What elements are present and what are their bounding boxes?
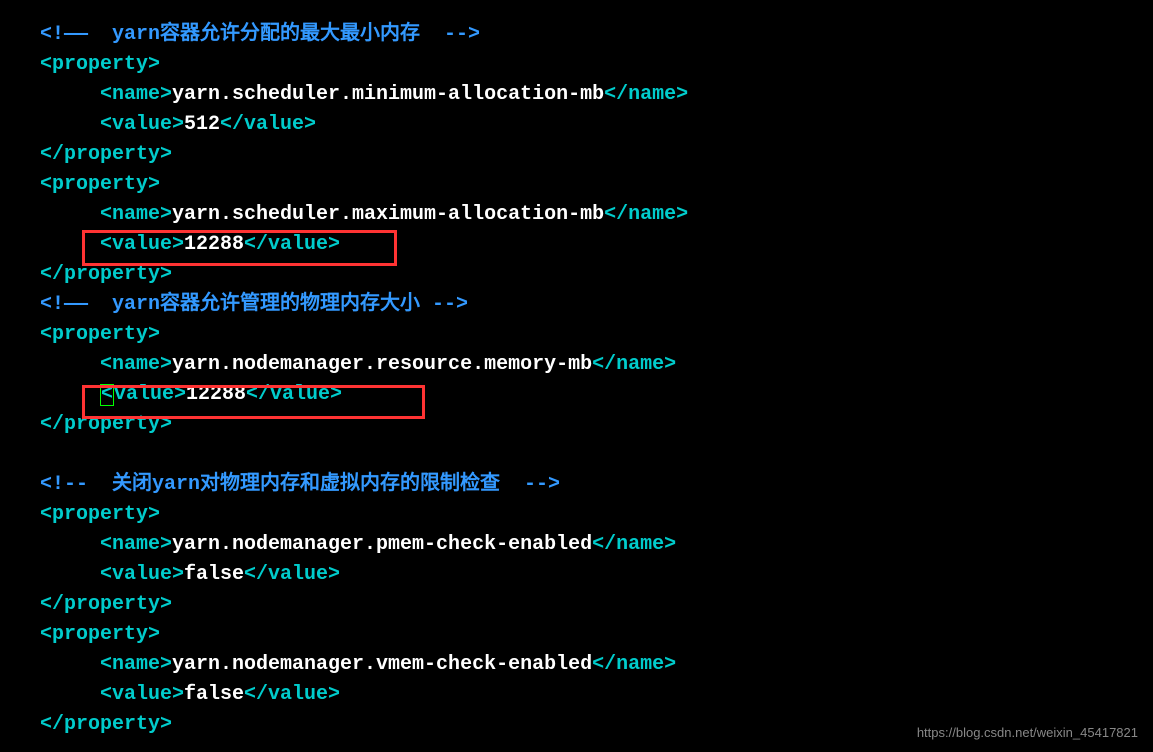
value-open-tag: <value> <box>100 233 184 256</box>
name-open-tag: <name> <box>100 353 172 376</box>
value-open-tag: <value> <box>100 113 184 136</box>
code-line: </property> <box>40 410 1153 440</box>
comment-text: yarn容器允许分配的最大最小内存 <box>88 23 444 46</box>
comment-text: yarn容器允许管理的物理内存大小 <box>88 293 432 316</box>
code-line: </property> <box>40 590 1153 620</box>
name-open-tag: <name> <box>100 83 172 106</box>
property-close-tag: </property> <box>40 263 172 286</box>
code-line: <!—— yarn容器允许管理的物理内存大小 --> <box>40 290 1153 320</box>
code-line: <property> <box>40 500 1153 530</box>
code-line: <name>yarn.scheduler.maximum-allocation-… <box>40 200 1153 230</box>
name-open-tag: <name> <box>100 533 172 556</box>
property-open-tag: <property> <box>40 173 160 196</box>
comment-text: 关闭yarn对物理内存和虚拟内存的限制检查 <box>88 473 524 496</box>
property-name: yarn.nodemanager.vmem-check-enabled <box>172 653 592 676</box>
property-open-tag: <property> <box>40 623 160 646</box>
comment-close: --> <box>524 473 560 496</box>
code-line: <value>12288</value> <box>40 230 1153 260</box>
xml-code-block: <!—— yarn容器允许分配的最大最小内存 --> <property> <n… <box>40 20 1153 740</box>
property-close-tag: </property> <box>40 143 172 166</box>
code-line: <property> <box>40 50 1153 80</box>
value-open-tag: <value> <box>100 563 184 586</box>
property-name: yarn.scheduler.maximum-allocation-mb <box>172 203 604 226</box>
code-line: <value>false</value> <box>40 560 1153 590</box>
cursor-highlight: < <box>100 384 114 406</box>
property-value: false <box>184 563 244 586</box>
value-close-tag: </value> <box>244 233 340 256</box>
code-line: </property> <box>40 260 1153 290</box>
value-close-tag: </value> <box>246 383 342 406</box>
name-open-tag: <name> <box>100 653 172 676</box>
property-open-tag: <property> <box>40 53 160 76</box>
value-open-rest: value> <box>114 383 186 406</box>
code-line: <property> <box>40 620 1153 650</box>
property-name: yarn.nodemanager.resource.memory-mb <box>172 353 592 376</box>
property-close-tag: </property> <box>40 713 172 736</box>
comment-open: <!—— <box>40 23 88 46</box>
code-line: <name>yarn.nodemanager.vmem-check-enable… <box>40 650 1153 680</box>
code-line: <value>12288</value> <box>40 380 1153 410</box>
property-close-tag: </property> <box>40 413 172 436</box>
code-line: </property> <box>40 140 1153 170</box>
code-line: <name>yarn.nodemanager.resource.memory-m… <box>40 350 1153 380</box>
name-close-tag: </name> <box>592 653 676 676</box>
value-close-tag: </value> <box>220 113 316 136</box>
name-close-tag: </name> <box>604 83 688 106</box>
property-name: yarn.nodemanager.pmem-check-enabled <box>172 533 592 556</box>
name-close-tag: </name> <box>592 353 676 376</box>
value-close-tag: </value> <box>244 683 340 706</box>
value-close-tag: </value> <box>244 563 340 586</box>
property-value: false <box>184 683 244 706</box>
code-line: <value>false</value> <box>40 680 1153 710</box>
name-close-tag: </name> <box>592 533 676 556</box>
code-line: <!-- 关闭yarn对物理内存和虚拟内存的限制检查 --> <box>40 470 1153 500</box>
code-line: <name>yarn.nodemanager.pmem-check-enable… <box>40 530 1153 560</box>
watermark-text: https://blog.csdn.net/weixin_45417821 <box>917 723 1138 743</box>
comment-close: --> <box>432 293 468 316</box>
code-line: <name>yarn.scheduler.minimum-allocation-… <box>40 80 1153 110</box>
name-open-tag: <name> <box>100 203 172 226</box>
property-close-tag: </property> <box>40 593 172 616</box>
comment-close: --> <box>444 23 480 46</box>
property-value: 512 <box>184 113 220 136</box>
code-line: <!—— yarn容器允许分配的最大最小内存 --> <box>40 20 1153 50</box>
property-name: yarn.scheduler.minimum-allocation-mb <box>172 83 604 106</box>
property-value: 12288 <box>184 233 244 256</box>
code-line: <property> <box>40 320 1153 350</box>
code-line: <property> <box>40 170 1153 200</box>
comment-open: <!-- <box>40 473 88 496</box>
value-open-tag: <value> <box>100 683 184 706</box>
property-open-tag: <property> <box>40 503 160 526</box>
code-line: <value>512</value> <box>40 110 1153 140</box>
property-open-tag: <property> <box>40 323 160 346</box>
comment-open: <!—— <box>40 293 88 316</box>
name-close-tag: </name> <box>604 203 688 226</box>
blank-line <box>40 440 1153 470</box>
property-value: 12288 <box>186 383 246 406</box>
